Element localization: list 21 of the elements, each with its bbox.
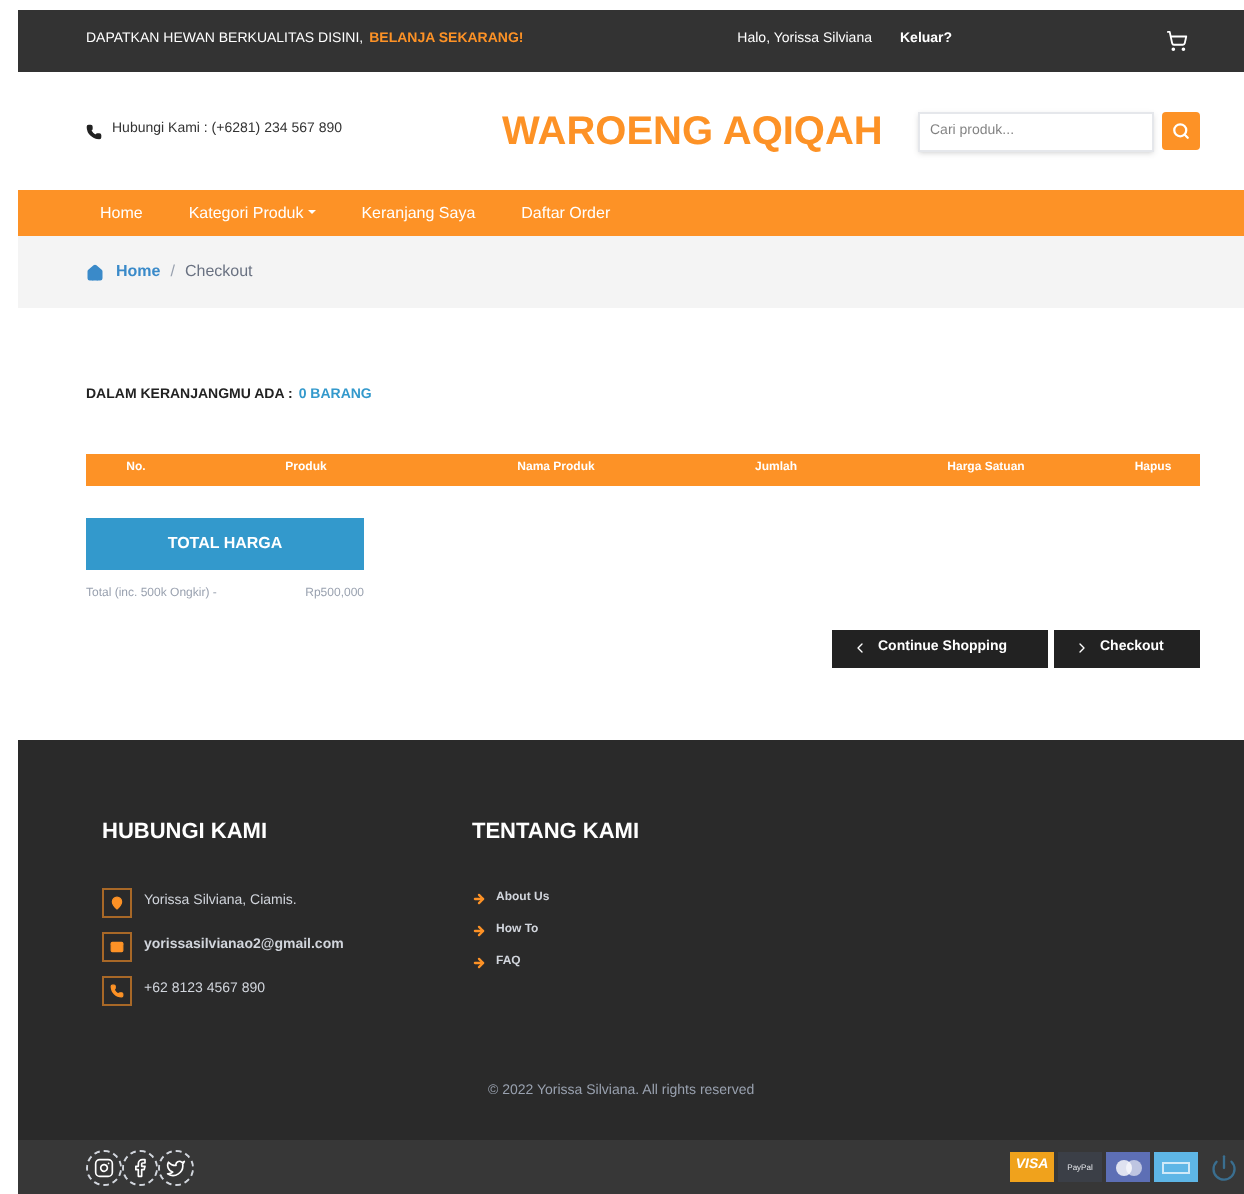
facebook-icon[interactable]	[122, 1149, 158, 1185]
instagram-icon[interactable]	[86, 1149, 122, 1185]
footer-heading: TENTANG KAMI	[472, 818, 640, 848]
chevron-left-icon	[852, 640, 868, 656]
phone-icon	[102, 975, 132, 1005]
envelope-icon	[102, 931, 132, 961]
twitter-icon[interactable]	[158, 1149, 194, 1185]
arrow-icon	[472, 923, 486, 937]
breadcrumb-separator: /	[170, 260, 175, 284]
cart-icon[interactable]	[1165, 30, 1188, 52]
total-price-button[interactable]: TOTAL HARGA	[86, 517, 364, 569]
breadcrumb-current: Checkout	[184, 260, 253, 284]
footer-heading: HUBUNGI KAMI	[102, 818, 269, 848]
arrow-icon	[472, 955, 486, 969]
phone-icon	[86, 123, 102, 139]
arrow-icon	[472, 891, 486, 905]
breadcrumb-link[interactable]: Home	[116, 260, 161, 284]
home-icon	[86, 263, 104, 281]
map-pin-icon	[102, 887, 132, 917]
search-icon	[1172, 122, 1190, 140]
chevron-right-icon	[1074, 640, 1090, 656]
